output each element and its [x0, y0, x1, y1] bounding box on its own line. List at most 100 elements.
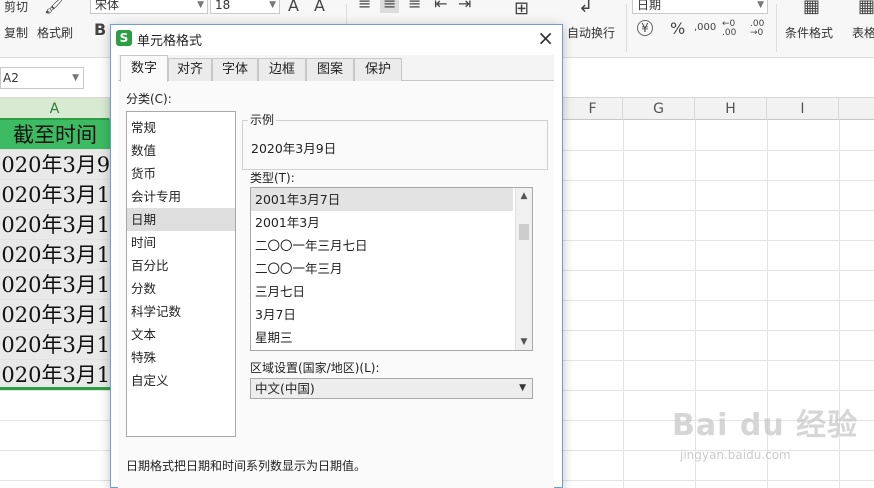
- baidu-jingyan-logo: Bai du 经验: [672, 408, 859, 443]
- chevron-down-icon: ▼: [757, 0, 764, 10]
- number-tab-panel: 分类(C): 常规 数值 货币 会计专用 日期 时间 百分比 分数 科学记数 文…: [118, 81, 554, 488]
- type-item[interactable]: 三月七日: [251, 280, 513, 303]
- font-size-value: 18: [215, 0, 231, 12]
- category-item-accounting[interactable]: 会计专用: [127, 185, 235, 208]
- cell-a3[interactable]: 2020年3月10: [0, 180, 110, 210]
- category-item-number[interactable]: 数值: [127, 139, 235, 162]
- column-header-f[interactable]: F: [563, 98, 623, 120]
- column-header-h[interactable]: H: [695, 98, 767, 120]
- cell-a5[interactable]: 2020年3月12: [0, 240, 110, 270]
- increase-font-icon[interactable]: A: [288, 0, 299, 15]
- type-item[interactable]: 二〇〇一年三月: [251, 257, 513, 280]
- cell-a4[interactable]: 2020年3月11: [0, 210, 110, 240]
- chevron-down-icon: ▼: [519, 383, 526, 393]
- dialog-titlebar[interactable]: S 单元格格式 ×: [111, 25, 562, 51]
- column-header-i[interactable]: I: [767, 98, 839, 120]
- indent-increase-icon[interactable]: ⇥: [458, 0, 471, 13]
- format-painter-icon: 🖌: [44, 0, 65, 15]
- column-header-next[interactable]: [839, 98, 874, 120]
- wrap-text-button[interactable]: 自动换行: [567, 24, 615, 41]
- sample-label: 示例: [248, 111, 277, 128]
- dialog-body: 数字 对齐 字体 边框 图案 保护 分类(C): 常规 数值 货币 会计专用 日…: [118, 55, 554, 488]
- type-label: 类型(T):: [250, 171, 295, 185]
- wps-logo-icon: S: [116, 30, 132, 46]
- cell-a2[interactable]: 2020年3月9: [0, 150, 110, 180]
- number-format-value: 日期: [637, 0, 662, 12]
- category-item-general[interactable]: 常规: [127, 116, 235, 139]
- thousands-separator-icon[interactable]: ,000: [694, 22, 716, 33]
- tab-font[interactable]: 字体: [212, 58, 258, 81]
- close-button[interactable]: ×: [537, 26, 554, 50]
- conditional-format-icon[interactable]: ▦: [803, 0, 820, 17]
- category-item-fraction[interactable]: 分数: [127, 277, 235, 300]
- cell-a6[interactable]: 2020年3月13: [0, 270, 110, 300]
- column-header-g[interactable]: G: [623, 98, 695, 120]
- chevron-down-icon: ▼: [197, 0, 204, 10]
- number-format-select[interactable]: 日期 ▼: [632, 0, 768, 14]
- sample-value: 2020年3月9日: [251, 141, 337, 156]
- indent-decrease-icon[interactable]: ⇤: [434, 0, 447, 13]
- type-item[interactable]: 星期三: [251, 326, 513, 349]
- watermark: Bai du 经验 jingyan.baidu.com: [672, 400, 872, 472]
- font-name-value: 宋体: [95, 0, 120, 12]
- format-cells-dialog: S 单元格格式 × 数字 对齐 字体 边框 图案 保护 分类(C): 常规 数值…: [110, 24, 563, 488]
- format-description: 日期格式把日期和时间系列数显示为日期值。: [126, 459, 367, 473]
- decrease-font-icon[interactable]: A: [314, 0, 325, 15]
- locale-label: 区域设置(国家/地区)(L):: [250, 361, 380, 375]
- font-size-select[interactable]: 18 ▼: [210, 0, 280, 14]
- cell-a8[interactable]: 2020年3月15: [0, 330, 110, 360]
- type-item[interactable]: 3月7日: [251, 303, 513, 326]
- increase-decimal-icon[interactable]: ←0 .00: [722, 20, 740, 38]
- type-item[interactable]: 2001年3月7日: [251, 188, 513, 211]
- table-style-icon[interactable]: ▦: [858, 0, 874, 17]
- name-box-value: A2: [3, 71, 19, 85]
- copy-button[interactable]: 复制: [4, 24, 28, 41]
- type-list-scrollbar[interactable]: ▲ ▼: [515, 188, 532, 350]
- category-item-currency[interactable]: 货币: [127, 162, 235, 185]
- tab-alignment[interactable]: 对齐: [168, 58, 212, 81]
- category-list[interactable]: 常规 数值 货币 会计专用 日期 时间 百分比 分数 科学记数 文本 特殊 自定…: [126, 111, 236, 437]
- font-name-select[interactable]: 宋体 ▼: [90, 0, 208, 14]
- category-item-scientific[interactable]: 科学记数: [127, 300, 235, 323]
- scroll-thumb[interactable]: [519, 224, 529, 240]
- table-style-button[interactable]: 表格: [852, 24, 874, 41]
- type-item[interactable]: 2001年3月: [251, 211, 513, 234]
- tab-protection[interactable]: 保护: [354, 58, 402, 81]
- currency-icon[interactable]: ¥: [637, 20, 653, 36]
- column-header-a[interactable]: A: [0, 98, 110, 120]
- wrap-text-icon[interactable]: ↲: [578, 0, 593, 17]
- locale-select[interactable]: 中文(中国) ▼: [250, 378, 533, 399]
- type-item[interactable]: 二〇〇一年三月七日: [251, 234, 513, 257]
- category-label: 分类(C):: [126, 92, 172, 106]
- locale-value: 中文(中国): [255, 381, 315, 396]
- cut-button[interactable]: 剪切: [4, 0, 28, 15]
- cell-a7[interactable]: 2020年3月14: [0, 300, 110, 330]
- sample-group: 2020年3月9日: [242, 120, 548, 170]
- chevron-down-icon: ▼: [269, 0, 276, 10]
- decrease-decimal-icon[interactable]: .00 →0: [750, 20, 768, 38]
- tab-number[interactable]: 数字: [120, 55, 168, 82]
- scroll-down-icon[interactable]: ▼: [516, 334, 532, 350]
- category-item-date[interactable]: 日期: [127, 208, 235, 231]
- conditional-format-button[interactable]: 条件格式: [785, 24, 833, 41]
- merge-cells-icon[interactable]: ⊞: [514, 0, 529, 19]
- dialog-title: 单元格格式: [137, 34, 203, 49]
- category-item-time[interactable]: 时间: [127, 231, 235, 254]
- category-item-text[interactable]: 文本: [127, 323, 235, 346]
- category-item-special[interactable]: 特殊: [127, 346, 235, 369]
- bold-button[interactable]: B: [94, 20, 106, 39]
- tab-pattern[interactable]: 图案: [306, 58, 354, 81]
- category-item-percentage[interactable]: 百分比: [127, 254, 235, 277]
- align-bottom-icon[interactable]: ≡: [408, 0, 421, 13]
- cell-a9[interactable]: 2020年3月16: [0, 360, 110, 390]
- name-box[interactable]: A2 ▼: [0, 67, 84, 89]
- format-painter-button[interactable]: 格式刷: [37, 24, 73, 41]
- align-middle-icon[interactable]: ≡: [380, 0, 400, 13]
- cell-a1[interactable]: 截至时间: [0, 120, 110, 150]
- scroll-up-icon[interactable]: ▲: [516, 188, 532, 204]
- type-list[interactable]: 2001年3月7日 2001年3月 二〇〇一年三月七日 二〇〇一年三月 三月七日…: [250, 187, 533, 351]
- align-top-icon[interactable]: ≡: [358, 0, 371, 13]
- tab-border[interactable]: 边框: [258, 58, 306, 81]
- category-item-custom[interactable]: 自定义: [127, 369, 235, 392]
- percent-icon[interactable]: %: [670, 19, 685, 38]
